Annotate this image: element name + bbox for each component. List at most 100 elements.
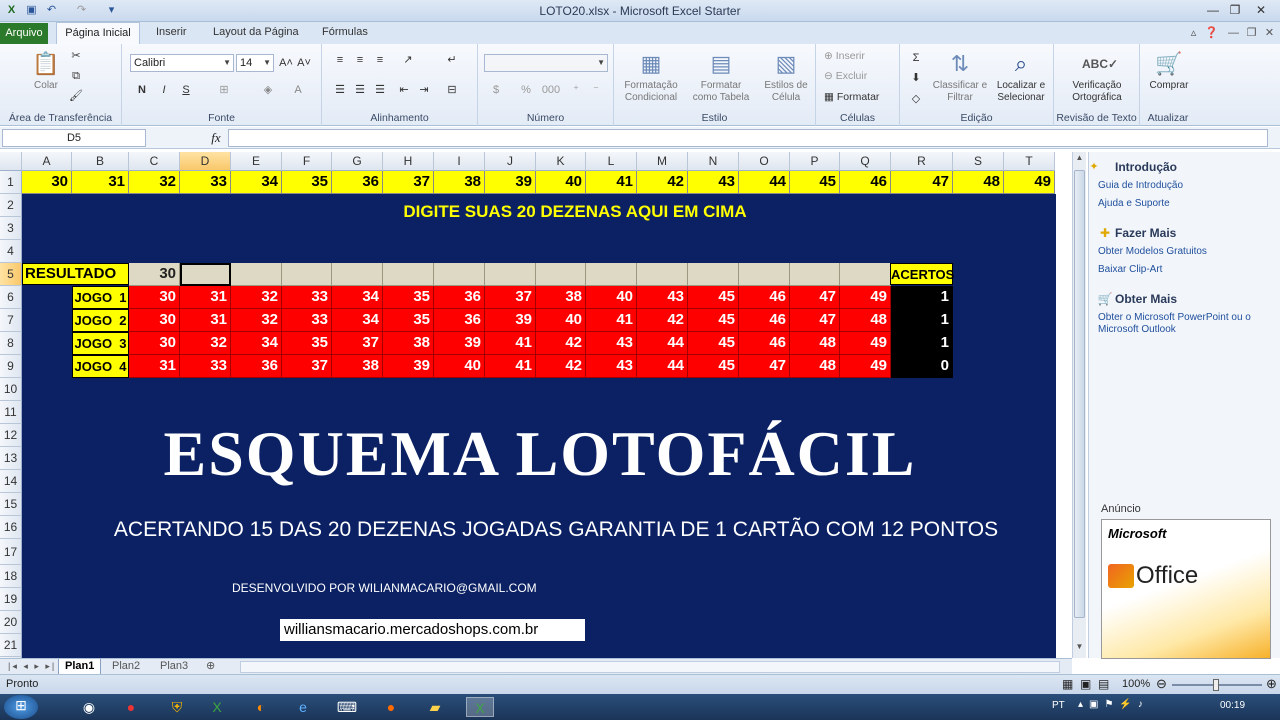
row-header-5[interactable]: 5 [0,263,22,286]
align-bottom-icon[interactable]: ≡ [372,52,388,68]
zoom-level[interactable]: 100% [1122,678,1150,690]
sort-filter-button[interactable]: ⇅ Classificar e Filtrar [932,50,988,104]
scroll-up-icon[interactable]: ▲ [1074,153,1085,167]
game-2-number[interactable]: 45 [688,309,739,332]
row-header-7[interactable]: 7 [0,309,22,332]
row-header-3[interactable]: 3 [0,217,22,240]
result-cell-G5[interactable] [332,263,383,286]
number-cell-A1[interactable]: 30 [22,171,72,194]
column-header-O[interactable]: O [739,152,790,171]
game-4-number[interactable]: 45 [688,355,739,378]
increase-decimal-icon[interactable]: ⁺ [568,82,584,98]
game-3-number[interactable]: 46 [739,332,790,355]
italic-button[interactable]: I [156,82,172,98]
result-cell-L5[interactable] [586,263,637,286]
result-cell-F5[interactable] [282,263,332,286]
game-4-number[interactable]: 33 [180,355,231,378]
restore-icon[interactable]: ❐ [1224,2,1246,19]
app-icon-red[interactable]: ● [120,697,142,717]
firefox-icon[interactable]: ◐ [250,697,272,717]
game-3-number[interactable]: 48 [790,332,840,355]
game-2-number[interactable]: 30 [129,309,180,332]
number-cell-E1[interactable]: 34 [231,171,282,194]
orientation-icon[interactable]: ↗ [400,52,416,68]
game-3-number[interactable]: 37 [332,332,383,355]
fill-color-icon[interactable]: ◈ [260,82,276,98]
column-header-J[interactable]: J [485,152,536,171]
align-top-icon[interactable]: ≡ [332,52,348,68]
currency-icon[interactable]: $ [488,82,504,98]
game-1-number[interactable]: 36 [434,286,485,309]
horizontal-scrollbar[interactable] [240,661,1060,673]
column-header-D[interactable]: D [180,152,231,171]
insert-cells-button[interactable]: ⊕ Inserir [824,50,865,62]
game-4-number[interactable]: 39 [383,355,434,378]
number-cell-Q1[interactable]: 46 [840,171,891,194]
shrink-font-icon[interactable]: A˅ [296,55,312,71]
number-cell-L1[interactable]: 41 [586,171,637,194]
pane-link-help[interactable]: Ajuda e Suporte [1098,198,1170,210]
hits-cell-1[interactable]: 1 [891,286,953,309]
wrap-text-icon[interactable]: ↵ [444,52,460,68]
game-2-number[interactable]: 47 [790,309,840,332]
game-3-number[interactable]: 45 [688,332,739,355]
result-cell-N5[interactable] [688,263,739,286]
result-cell-O5[interactable] [739,263,790,286]
column-header-E[interactable]: E [231,152,282,171]
game-1-number[interactable]: 34 [332,286,383,309]
minimize-icon[interactable]: — [1202,2,1224,19]
pane-link-clipart[interactable]: Baixar Clip-Art [1098,264,1162,276]
selected-cell-D5[interactable] [180,263,231,286]
font-size-select[interactable]: 14 ▼ [236,54,274,72]
game-4-number[interactable]: 36 [231,355,282,378]
hits-cell-2[interactable]: 1 [891,309,953,332]
column-header-P[interactable]: P [790,152,840,171]
tab-insert[interactable]: Inserir [156,26,187,38]
game-2-number[interactable]: 36 [434,309,485,332]
zoom-in-icon[interactable]: ⊕ [1266,676,1277,692]
result-cell-I5[interactable] [434,263,485,286]
conditional-format-button[interactable]: ▦ Formatação Condicional [618,50,684,104]
game-1-number[interactable]: 37 [485,286,536,309]
game-4-number[interactable]: 38 [332,355,383,378]
select-all-corner[interactable] [0,152,22,171]
sheet-tab-plan3[interactable]: Plan3 [154,659,194,675]
font-color-icon[interactable]: A [290,82,306,98]
row-header-2[interactable]: 2 [0,194,22,217]
row-header-10[interactable]: 10 [0,378,22,401]
game-2-number[interactable]: 39 [485,309,536,332]
row-header-6[interactable]: 6 [0,286,22,309]
game-2-number[interactable]: 48 [840,309,891,332]
tab-file[interactable]: Arquivo [0,23,48,44]
number-cell-D1[interactable]: 33 [180,171,231,194]
align-center-icon[interactable]: ☰ [352,82,368,98]
number-cell-N1[interactable]: 43 [688,171,739,194]
page-break-view-icon[interactable]: ▤ [1098,677,1109,691]
game-2-number[interactable]: 33 [282,309,332,332]
game-4-number[interactable]: 47 [739,355,790,378]
help-icon[interactable]: ❓ [1204,26,1219,41]
row-header-4[interactable]: 4 [0,240,22,263]
game-1-number[interactable]: 40 [586,286,637,309]
number-cell-I1[interactable]: 38 [434,171,485,194]
spelling-button[interactable]: ABC✓ Verificação Ortográfica [1058,50,1136,104]
close-icon[interactable]: ✕ [1250,2,1272,19]
align-right-icon[interactable]: ☰ [372,82,388,98]
office-ad[interactable]: Microsoft Office [1101,519,1271,659]
column-header-K[interactable]: K [536,152,586,171]
game-3-number[interactable]: 35 [282,332,332,355]
game-2-number[interactable]: 34 [332,309,383,332]
row-header-17[interactable]: 17 [0,539,22,565]
result-cell-J5[interactable] [485,263,536,286]
decrease-indent-icon[interactable]: ⇤ [396,82,412,98]
chevron-up-icon[interactable]: ▵ [1186,26,1201,41]
folder-icon[interactable]: ▰ [424,697,446,717]
decrease-decimal-icon[interactable]: ⁻ [588,82,604,98]
game-1-number[interactable]: 32 [231,286,282,309]
shield-icon[interactable]: ⛨ [166,697,188,717]
number-cell-J1[interactable]: 39 [485,171,536,194]
number-cell-M1[interactable]: 42 [637,171,688,194]
increase-indent-icon[interactable]: ⇥ [416,82,432,98]
row-header-20[interactable]: 20 [0,611,22,634]
thousands-button[interactable]: 000 [540,82,562,98]
